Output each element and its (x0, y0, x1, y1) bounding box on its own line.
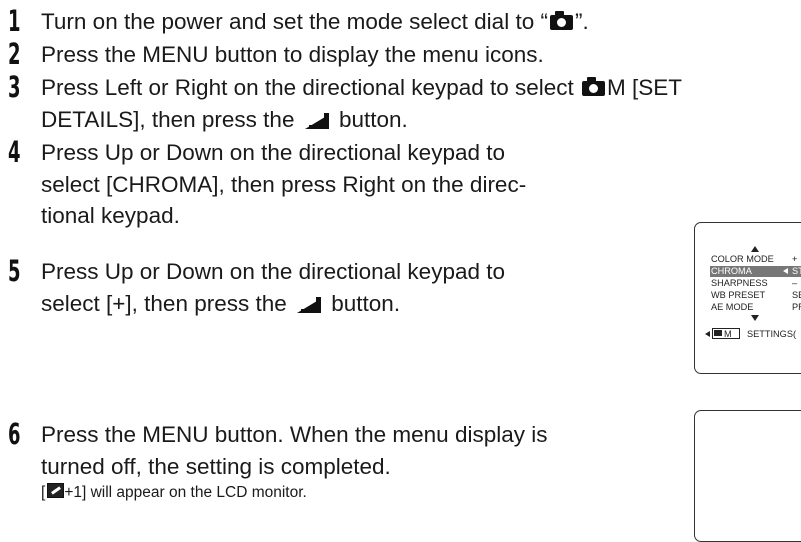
menu-down-arrow-icon (751, 315, 759, 321)
step-note: [+1] will appear on the LCD monitor. (41, 483, 307, 501)
menu-row: COLOR MODE + (711, 254, 798, 264)
camera-icon (549, 11, 573, 30)
lcd-menu-illustration: COLOR MODE+ CHROMASTA SHARPNESS– WB PRES… (694, 222, 801, 374)
menu-row: WB PRESETSET (711, 290, 801, 300)
left-arrow-icon (783, 268, 788, 274)
step-number: 1 (8, 4, 21, 38)
step-text: Press the MENU button to display the men… (41, 42, 544, 67)
ok-button-icon (304, 112, 329, 129)
menu-row-selected: CHROMASTA (710, 266, 801, 277)
step-text: Press the MENU button. When the menu dis… (41, 422, 548, 479)
step-number: 2 (8, 37, 21, 71)
color-setting-icon (47, 483, 65, 498)
menu-row: AE MODEPRO (711, 302, 801, 312)
step-text: Press Up or Down on the directional keyp… (41, 140, 527, 228)
step-number: 4 (8, 135, 21, 169)
menu-up-arrow-icon (751, 246, 759, 252)
camera-icon (714, 330, 722, 336)
camera-icon (582, 77, 606, 96)
left-arrow-icon (705, 330, 710, 337)
menu-row: SHARPNESS – (711, 278, 798, 288)
step-number: 5 (8, 254, 21, 288)
step-number: 3 (8, 70, 21, 104)
ok-button-icon (297, 296, 322, 313)
menu-footer: M SETTINGS( (695, 327, 801, 341)
lcd-monitor-illustration (694, 410, 801, 542)
step-text: Turn on the power and set the mode selec… (41, 9, 589, 34)
step-number: 6 (8, 417, 21, 451)
step-text: Press Left or Right on the directional k… (41, 75, 683, 132)
step-text: Press Up or Down on the directional keyp… (41, 259, 505, 316)
